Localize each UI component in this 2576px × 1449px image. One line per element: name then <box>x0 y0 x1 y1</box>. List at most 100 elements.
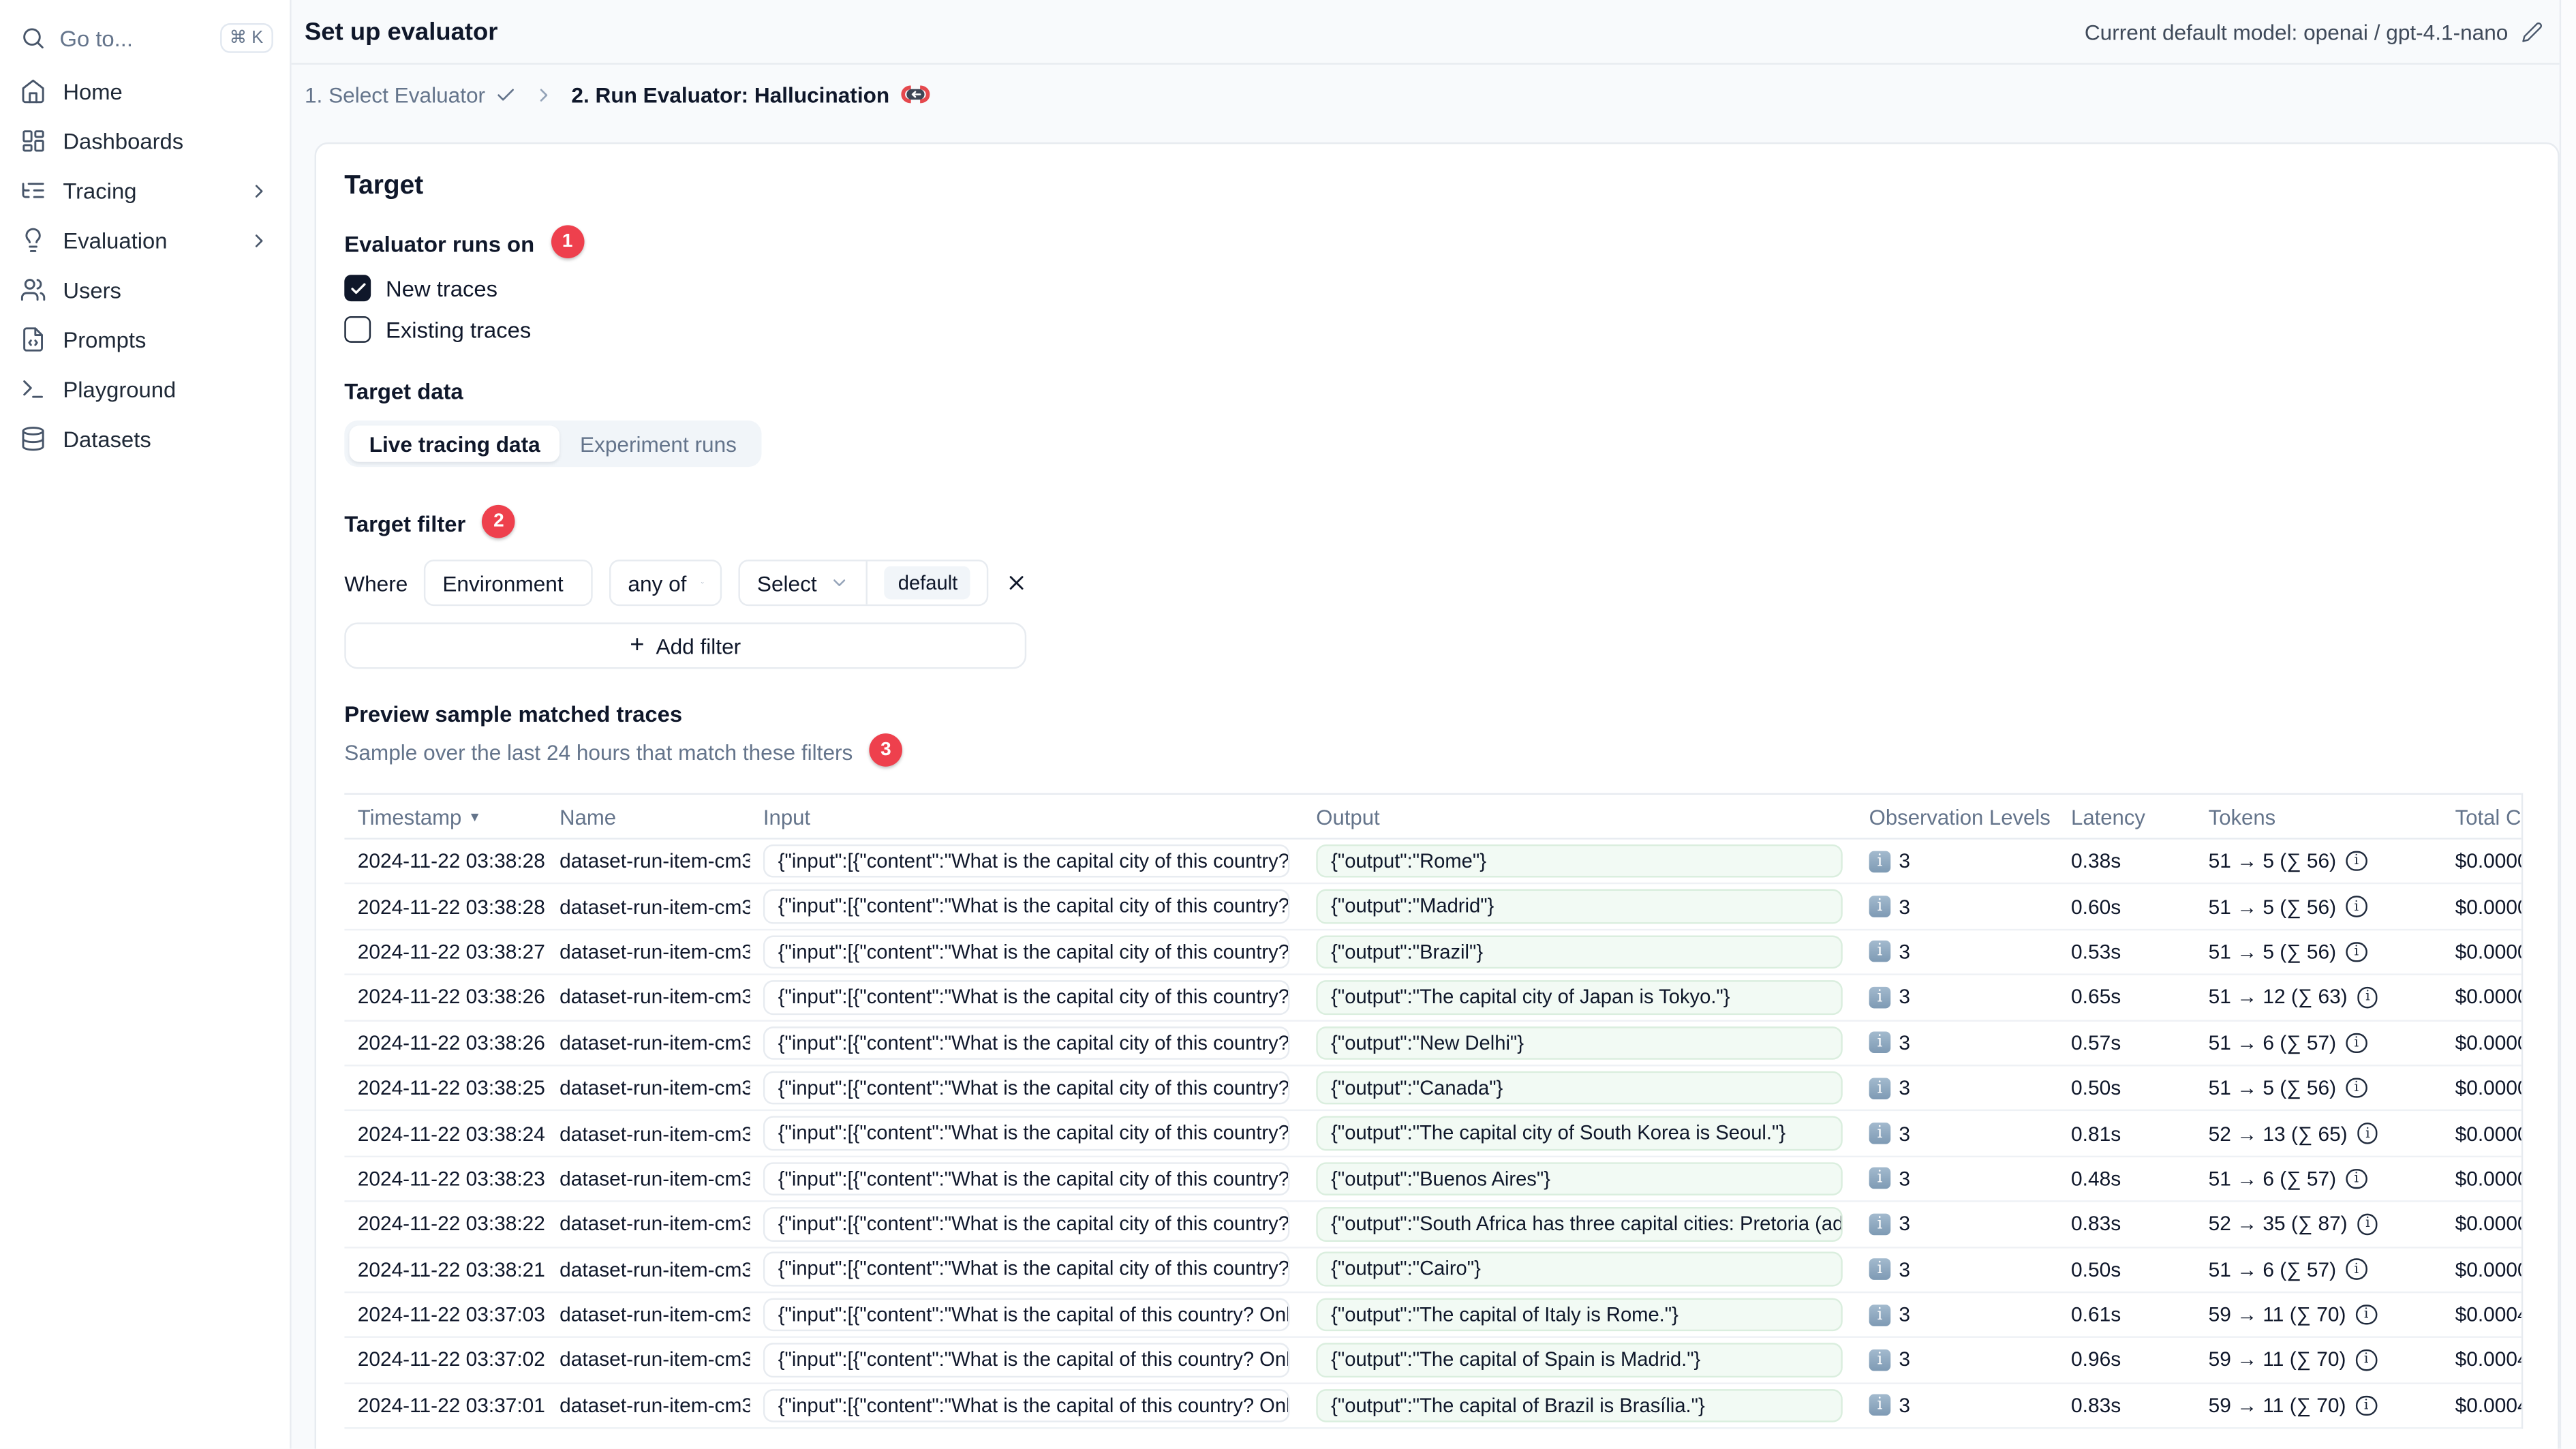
wizard-steps: 1. Select Evaluator 2. Run Evaluator: Ha… <box>292 65 2576 124</box>
input-json-box: {"input":[{"content":"What is the capita… <box>763 1161 1290 1196</box>
table-row[interactable]: 2024-11-22 03:38:22 dataset-run-item-cm3… <box>344 1202 2521 1248</box>
remove-filter-button[interactable] <box>1006 571 1029 594</box>
checkbox-checked[interactable] <box>344 275 371 302</box>
cell-timestamp: 2024-11-22 03:38:23 <box>357 1167 545 1191</box>
table-row[interactable]: 2024-11-22 03:38:25 dataset-run-item-cm3… <box>344 1066 2521 1112</box>
cell-observation-levels: i 3 <box>1856 840 2057 883</box>
table-header-row: Timestamp ▼ Name Input Output Observatio… <box>344 795 2521 840</box>
home-icon <box>22 79 44 104</box>
cell-output: {"output":"South Africa has three capita… <box>1303 1202 1856 1246</box>
cell-latency: 0.48s <box>2071 1167 2121 1191</box>
table-row[interactable]: 2024-11-22 03:38:26 dataset-run-item-cm3… <box>344 975 2521 1021</box>
step1-label: 1. Select Evaluator <box>304 82 486 107</box>
tab-experiment-runs[interactable]: Experiment runs <box>560 425 756 461</box>
info-emoji-icon: i <box>1869 941 1891 963</box>
cell-timestamp: 2024-11-22 03:37:02 <box>357 1348 545 1372</box>
filter-column-select[interactable]: Environment <box>424 560 594 607</box>
info-circle-icon: i <box>2346 941 2367 962</box>
sidebar-item-users[interactable]: Users <box>0 265 290 315</box>
table-row[interactable]: 2024-11-22 03:38:28 dataset-run-item-cm3… <box>344 885 2521 930</box>
filter-operator-select[interactable]: any of <box>609 560 722 607</box>
output-json-box: {"output":"Madrid"} <box>1316 889 1843 924</box>
tab-live-tracing-data[interactable]: Live tracing data <box>349 425 560 462</box>
input-json-box: {"input":[{"content":"What is the capita… <box>763 1025 1290 1060</box>
sidebar-item-dashboards[interactable]: Dashboards <box>0 116 290 166</box>
cell-input: {"input":[{"content":"What is the capita… <box>750 840 1302 883</box>
cell-tokens: 59 → 11 (∑ 70) i <box>2195 1293 2442 1337</box>
cell-name: dataset-run-item-cm3s4 <box>559 895 750 919</box>
page-title: Set up evaluator <box>304 17 498 46</box>
cell-name: dataset-run-item-cm3s4 <box>559 986 750 1009</box>
default-model-wrap: Current default model: openai / gpt-4.1-… <box>2085 19 2543 44</box>
cell-latency: 0.61s <box>2071 1303 2121 1327</box>
table-row[interactable]: 2024-11-22 03:37:02 dataset-run-item-cm3… <box>344 1339 2521 1384</box>
observation-count: 3 <box>1899 1303 1911 1327</box>
cell-total-cost: $0.000011 ( <box>2455 895 2521 919</box>
where-label: Where <box>344 570 408 596</box>
cell-timestamp: 2024-11-22 03:38:21 <box>357 1257 545 1281</box>
table-row[interactable]: 2024-11-22 03:37:03 dataset-run-item-cm3… <box>344 1293 2521 1339</box>
filter-value-select[interactable]: Select default <box>739 560 990 607</box>
sidebar-item-prompts[interactable]: Prompts <box>0 315 290 365</box>
cell-observation-levels: i 3 <box>1856 1339 2057 1382</box>
table-row[interactable]: 2024-11-22 03:38:27 dataset-run-item-cm3… <box>344 930 2521 976</box>
table-row[interactable]: 2024-11-22 03:38:26 dataset-run-item-cm3… <box>344 1021 2521 1067</box>
plus-icon: + <box>630 630 645 659</box>
output-json-box: {"output":"Rome"} <box>1316 844 1843 879</box>
filter-value-chip: default <box>885 566 971 600</box>
cell-name: dataset-run-item-cm3s4 <box>559 940 750 964</box>
cell-input: {"input":[{"content":"What is the capita… <box>750 1339 1302 1382</box>
info-emoji-icon: i <box>1869 986 1891 1009</box>
default-model-label: Current default model: openai / gpt-4.1-… <box>2084 18 2509 44</box>
cell-observation-levels: i 3 <box>1856 1248 2057 1292</box>
goto-search-button[interactable]: Go to... ⌘ K <box>20 23 273 53</box>
sidebar-item-label: Users <box>63 277 121 303</box>
col-header-timestamp[interactable]: Timestamp ▼ <box>344 795 546 838</box>
step-select-evaluator[interactable]: 1. Select Evaluator <box>304 82 517 107</box>
input-json-box: {"input":[{"content":"What is the capita… <box>763 1207 1290 1241</box>
sidebar-item-evaluation[interactable]: Evaluation <box>0 215 290 265</box>
search-icon <box>23 28 44 49</box>
cell-name: dataset-run-item-cm3s4 <box>559 1394 750 1418</box>
sidebar-item-playground[interactable]: Playground <box>0 364 290 414</box>
cell-name: dataset-run-item-cm3s4 <box>559 1348 750 1372</box>
cell-name: dataset-run-item-cm3s4 <box>559 1303 750 1327</box>
cell-latency: 0.65s <box>2071 986 2121 1009</box>
lightbulb-icon <box>25 228 41 252</box>
new-traces-checkbox-row[interactable]: New traces <box>344 275 2539 302</box>
checkbox-unchecked[interactable] <box>344 316 371 343</box>
cell-tokens: 51 → 6 (∑ 57) i <box>2195 1021 2442 1065</box>
preview-traces-table: Timestamp ▼ Name Input Output Observatio… <box>344 793 2521 1429</box>
cell-tokens: 52 → 13 (∑ 65) i <box>2195 1112 2442 1155</box>
cell-total-cost: $0.000011 ( <box>2455 1076 2521 1100</box>
col-header-tokens: Tokens <box>2208 804 2276 829</box>
check-icon <box>497 88 515 100</box>
cell-timestamp: 2024-11-22 03:38:28 <box>357 895 545 919</box>
sidebar-item-home[interactable]: Home <box>0 66 290 116</box>
output-json-box: {"output":"Cairo"} <box>1316 1252 1843 1287</box>
table-row[interactable]: 2024-11-22 03:38:24 dataset-run-item-cm3… <box>344 1112 2521 1157</box>
page-scrollbar[interactable] <box>2559 0 2576 1449</box>
tokens-value: 51 → 6 (∑ 57) <box>2208 1031 2337 1054</box>
table-scrollbar-gutter[interactable] <box>2521 793 2540 1429</box>
edit-pencil-icon[interactable] <box>2521 20 2543 42</box>
table-row[interactable]: 2024-11-22 03:38:28 dataset-run-item-cm3… <box>344 840 2521 885</box>
cell-input: {"input":[{"content":"What is the capita… <box>750 1066 1302 1110</box>
col-header-observation-levels: Observation Levels <box>1869 804 2051 829</box>
table-row[interactable]: 2024-11-22 03:38:21 dataset-run-item-cm3… <box>344 1248 2521 1294</box>
table-row[interactable]: 2024-11-22 03:37:01 dataset-run-item-cm3… <box>344 1384 2521 1429</box>
observation-count: 3 <box>1899 1348 1911 1372</box>
info-emoji-icon: i <box>1869 1304 1891 1326</box>
cell-tokens: 51 → 5 (∑ 56) i <box>2195 930 2442 974</box>
existing-traces-checkbox-row[interactable]: Existing traces <box>344 316 2539 343</box>
info-emoji-icon: i <box>1869 1123 1891 1144</box>
cell-tokens: 51 → 6 (∑ 57) i <box>2195 1248 2442 1292</box>
sidebar-item-tracing[interactable]: Tracing <box>0 166 290 215</box>
sort-desc-icon: ▼ <box>468 808 482 824</box>
table-row[interactable]: 2024-11-22 03:38:23 dataset-run-item-cm3… <box>344 1157 2521 1202</box>
sidebar-item-datasets[interactable]: Datasets <box>0 414 290 463</box>
add-filter-label: Add filter <box>656 633 741 658</box>
close-icon <box>1010 576 1024 590</box>
add-filter-button[interactable]: + Add filter <box>344 622 1027 669</box>
observation-count: 3 <box>1899 895 1911 919</box>
